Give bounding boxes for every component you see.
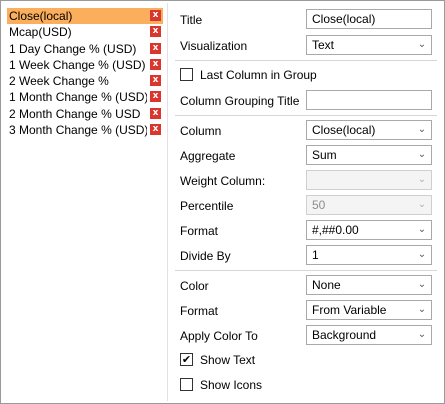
column-list-item-label: Mcap(USD) <box>9 25 72 40</box>
show-icons-row[interactable]: Show Icons <box>173 375 437 397</box>
column-select[interactable]: Close(local) ⌄ <box>306 120 432 140</box>
visualization-select[interactable]: Text ⌄ <box>306 35 432 55</box>
percentile-row: Percentile 50 ⌄ <box>173 195 437 217</box>
aggregate-row: Aggregate Sum ⌄ <box>173 145 437 167</box>
column-list-item[interactable]: 1 Month Change % (USD) x <box>7 89 163 105</box>
chevron-down-icon: ⌄ <box>417 279 427 290</box>
format-select[interactable]: #,##0.00 ⌄ <box>306 220 432 240</box>
column-list-item-label: Close(local) <box>9 9 73 23</box>
panel-divider <box>167 3 168 401</box>
column-list-item[interactable]: 2 Week Change % x <box>7 73 163 89</box>
column-list-item-label: 1 Month Change % (USD) <box>9 90 147 105</box>
chevron-down-icon: ⌄ <box>417 224 427 235</box>
title-label: Title <box>180 13 203 27</box>
column-list-item[interactable]: 2 Month Change % USD x <box>7 106 163 122</box>
aggregate-select[interactable]: Sum ⌄ <box>306 145 432 165</box>
column-grouping-title-row: Column Grouping Title <box>173 90 437 112</box>
column-row: Column Close(local) ⌄ <box>173 120 437 142</box>
delete-x-icon[interactable]: x <box>150 58 161 70</box>
show-text-checkbox[interactable]: ✔ <box>180 353 193 366</box>
visualization-row: Visualization Text ⌄ <box>173 35 437 57</box>
column-grouping-title-input[interactable] <box>306 90 432 110</box>
delete-x-icon[interactable]: x <box>150 75 161 86</box>
show-text-row[interactable]: ✔ Show Text <box>173 350 437 372</box>
section-divider <box>175 60 437 61</box>
delete-x-icon[interactable]: x <box>150 26 161 38</box>
delete-x-icon[interactable]: x <box>150 123 161 135</box>
column-list: Close(local) x Mcap(USD) x 1 Day Change … <box>7 8 163 138</box>
chevron-down-icon: ⌄ <box>417 249 427 260</box>
last-column-in-group-row[interactable]: Last Column in Group <box>173 65 437 87</box>
delete-x-icon[interactable]: x <box>150 10 161 21</box>
color-value: None <box>312 278 341 292</box>
apply-color-to-select[interactable]: Background ⌄ <box>306 325 432 345</box>
last-column-in-group-checkbox[interactable] <box>180 68 193 81</box>
title-row: Title Close(local) <box>173 9 437 31</box>
apply-color-to-row: Apply Color To Background ⌄ <box>173 325 437 347</box>
color-row: Color None ⌄ <box>173 275 437 297</box>
color-format-label: Format <box>180 304 219 318</box>
percentile-label: Percentile <box>180 199 234 213</box>
column-list-item-label: 2 Month Change % USD <box>9 106 141 121</box>
column-list-item-label: 3 Month Change % (USD) <box>9 122 147 137</box>
column-list-item[interactable]: 1 Week Change % (USD) x <box>7 57 163 73</box>
color-label: Color <box>180 279 209 293</box>
column-list-item-label: 1 Week Change % (USD) <box>9 57 146 72</box>
weight-column-label: Weight Column: <box>180 174 266 188</box>
aggregate-value: Sum <box>312 148 337 162</box>
color-format-select[interactable]: From Variable ⌄ <box>306 300 432 320</box>
column-grouping-title-label: Column Grouping Title <box>180 94 300 108</box>
section-divider <box>175 115 437 116</box>
percentile-value: 50 <box>312 198 326 212</box>
divide-by-label: Divide By <box>180 249 231 263</box>
last-column-in-group-label: Last Column in Group <box>200 68 317 82</box>
delete-x-icon[interactable]: x <box>150 107 161 119</box>
chevron-down-icon: ⌄ <box>417 124 427 135</box>
format-label: Format <box>180 224 219 238</box>
chevron-down-icon: ⌄ <box>417 174 427 185</box>
column-list-item-label: 2 Week Change % <box>9 74 109 88</box>
aggregate-label: Aggregate <box>180 149 236 163</box>
show-icons-label: Show Icons <box>200 378 263 392</box>
chevron-down-icon: ⌄ <box>417 199 427 210</box>
divide-by-value: 1 <box>312 248 319 262</box>
column-list-item[interactable]: 1 Day Change % (USD) x <box>7 41 163 57</box>
format-value: #,##0.00 <box>312 223 359 237</box>
section-divider <box>175 270 437 271</box>
percentile-select: 50 ⌄ <box>306 195 432 215</box>
delete-x-icon[interactable]: x <box>150 42 161 54</box>
color-format-row: Format From Variable ⌄ <box>173 300 437 322</box>
divide-by-row: Divide By 1 ⌄ <box>173 245 437 267</box>
delete-x-icon[interactable]: x <box>150 91 161 103</box>
title-input[interactable]: Close(local) <box>306 9 432 29</box>
column-settings-panel: Close(local) x Mcap(USD) x 1 Day Change … <box>0 0 445 404</box>
column-value: Close(local) <box>312 123 376 137</box>
column-list-item[interactable]: 3 Month Change % (USD) x <box>7 122 163 138</box>
chevron-down-icon: ⌄ <box>417 149 427 160</box>
color-select[interactable]: None ⌄ <box>306 275 432 295</box>
visualization-label: Visualization <box>180 39 248 53</box>
weight-column-select: ⌄ <box>306 170 432 190</box>
apply-color-to-label: Apply Color To <box>180 329 258 343</box>
visualization-value: Text <box>312 38 335 52</box>
chevron-down-icon: ⌄ <box>417 39 427 50</box>
weight-column-row: Weight Column: ⌄ <box>173 170 437 192</box>
column-label: Column <box>180 124 222 138</box>
show-icons-checkbox[interactable] <box>180 378 193 391</box>
divide-by-select[interactable]: 1 ⌄ <box>306 245 432 265</box>
column-list-item[interactable]: Close(local) x <box>7 8 163 24</box>
chevron-down-icon: ⌄ <box>417 329 427 340</box>
column-list-item-label: 1 Day Change % (USD) <box>9 41 137 56</box>
apply-color-to-value: Background <box>312 328 377 342</box>
column-list-item[interactable]: Mcap(USD) x <box>7 24 163 40</box>
format-row: Format #,##0.00 ⌄ <box>173 220 437 242</box>
show-text-label: Show Text <box>200 353 256 367</box>
chevron-down-icon: ⌄ <box>417 304 427 315</box>
color-format-value: From Variable <box>312 303 387 317</box>
